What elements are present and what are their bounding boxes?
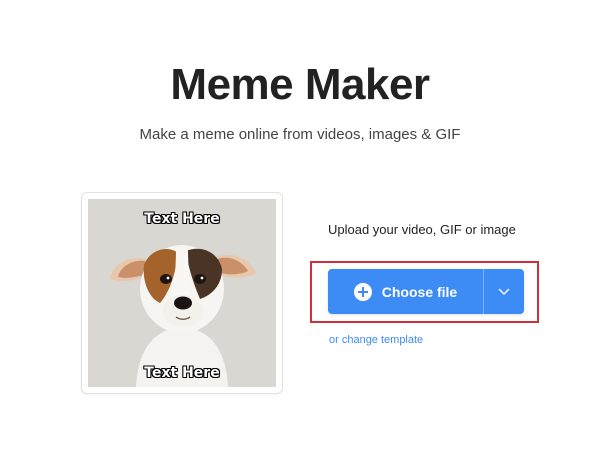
page-title: Meme Maker <box>170 60 430 109</box>
meme-top-text: Text Here <box>144 211 220 227</box>
page-subtitle: Make a meme online from videos, images &… <box>139 126 461 143</box>
meme-maker-page: Meme Maker Make a meme online from video… <box>0 0 600 453</box>
choose-file-label: Choose file <box>381 283 458 300</box>
choose-file-button[interactable]: Choose file <box>328 269 483 314</box>
dog-image <box>88 199 276 387</box>
template-preview-image[interactable]: Text Here Text Here <box>88 199 276 387</box>
upload-instructions: Upload your video, GIF or image <box>328 222 516 237</box>
plus-circle-icon <box>353 282 372 301</box>
choose-file-dropdown-toggle[interactable] <box>484 269 524 314</box>
choose-file-button-group: Choose file <box>328 269 524 314</box>
template-preview-card[interactable]: Text Here Text Here <box>81 192 283 394</box>
chevron-down-icon <box>498 288 510 295</box>
change-template-link[interactable]: or change template <box>329 334 423 346</box>
meme-bottom-text: Text Here <box>144 365 220 381</box>
